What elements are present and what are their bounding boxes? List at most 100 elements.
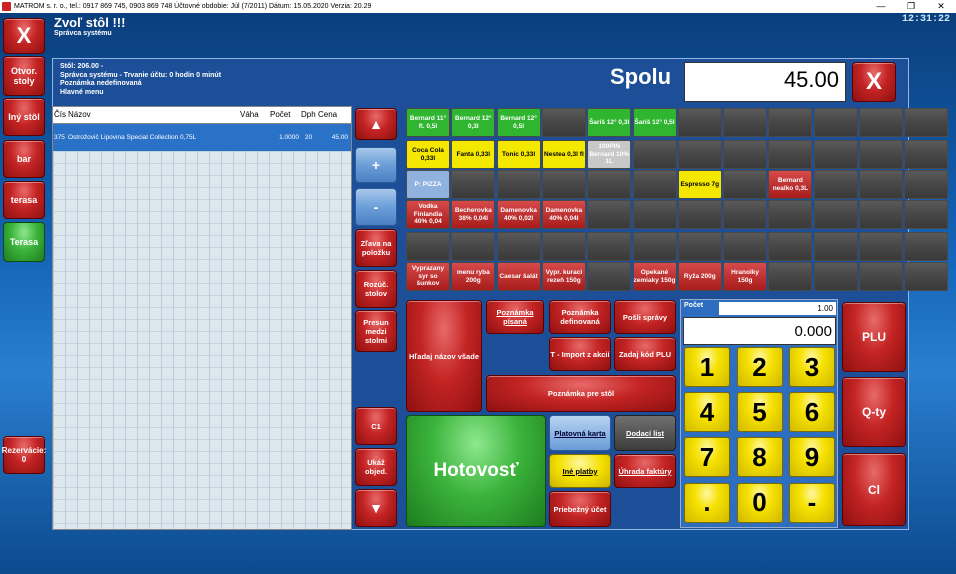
scroll-down-button[interactable]: ▼ [355, 489, 397, 527]
sidebar-item-open-tables[interactable]: Otvor. stoly [3, 56, 45, 96]
quantity-button[interactable]: Q-ty [842, 377, 906, 447]
product-button[interactable]: Espresso 7g [677, 170, 722, 199]
empty-product-slot[interactable] [723, 200, 768, 229]
empty-product-slot[interactable] [768, 140, 813, 169]
empty-product-slot[interactable] [632, 170, 677, 199]
close-bill-button[interactable]: X [852, 62, 896, 102]
product-button[interactable]: Bernard 11° fl. 0,5l [406, 108, 450, 137]
empty-product-slot[interactable] [451, 170, 496, 199]
import-actions-button[interactable]: T - Import z akcií [549, 337, 611, 371]
sidebar-item-bar[interactable]: bar [3, 140, 45, 178]
product-button[interactable]: Bernard 12° 0,5l [496, 108, 541, 137]
product-button[interactable]: Bernard nealko 0,3L [768, 170, 813, 199]
empty-product-slot[interactable] [904, 108, 949, 137]
empty-product-slot[interactable] [859, 262, 903, 291]
product-button[interactable]: Opekané zemiaky 150g [632, 262, 677, 291]
empty-product-slot[interactable] [904, 140, 949, 169]
product-button[interactable]: Vypr. kuraci rezeň 150g [541, 262, 586, 291]
product-button[interactable]: P: PIZZA [406, 170, 450, 199]
numpad-key[interactable]: - [789, 482, 835, 523]
empty-product-slot[interactable] [859, 170, 903, 199]
empty-product-slot[interactable] [632, 232, 677, 261]
product-button[interactable]: Šariš 12° 0,5l [632, 108, 677, 137]
numpad-key[interactable]: 7 [684, 437, 730, 478]
minimize-button[interactable]: — [866, 0, 896, 13]
empty-product-slot[interactable] [813, 200, 858, 229]
scroll-up-button[interactable]: ▲ [355, 108, 397, 140]
send-messages-button[interactable]: Pošli správy [614, 300, 676, 334]
table-note-button[interactable]: Poznámka pre stôl [486, 375, 676, 412]
plu-button[interactable]: PLU [842, 302, 906, 372]
empty-product-slot[interactable] [541, 170, 586, 199]
defined-note-button[interactable]: Poznámka definovaná [549, 300, 611, 334]
product-button[interactable]: Nestea 0,3l fl [541, 140, 586, 169]
product-button[interactable]: Ryža 200g [677, 262, 722, 291]
empty-product-slot[interactable] [587, 200, 632, 229]
empty-product-slot[interactable] [496, 232, 541, 261]
product-button[interactable]: Caesar šalát [496, 262, 541, 291]
window-close-button[interactable]: ✕ [926, 0, 956, 13]
table-row[interactable]: 375 Ostrožovič Lipovina Special Collecti… [53, 124, 351, 151]
numpad-key[interactable]: 8 [736, 437, 783, 478]
product-button[interactable]: Šariš 12° 0,3l [587, 108, 632, 137]
empty-product-slot[interactable] [723, 140, 768, 169]
move-tables-button[interactable]: Presun medzi stolmi [355, 310, 397, 352]
empty-product-slot[interactable] [587, 170, 632, 199]
search-all-button[interactable]: Hľadaj názov všade [406, 300, 482, 412]
increase-button[interactable]: + [355, 147, 397, 183]
split-bill-button[interactable]: Rozúč. stolov [355, 270, 397, 308]
numpad-key[interactable]: 1 [684, 347, 730, 387]
empty-product-slot[interactable] [677, 140, 722, 169]
sidebar-item-terasa[interactable]: terasa [3, 181, 45, 219]
empty-product-slot[interactable] [541, 232, 586, 261]
reservations-button[interactable]: Rezervácie: 0 [2, 436, 46, 474]
cash-payment-button[interactable]: Hotovosť [406, 415, 546, 527]
empty-product-slot[interactable] [632, 200, 677, 229]
show-order-button[interactable]: Ukáž objed. [355, 448, 397, 486]
empty-product-slot[interactable] [632, 140, 677, 169]
empty-product-slot[interactable] [813, 108, 858, 137]
empty-product-slot[interactable] [813, 140, 858, 169]
empty-product-slot[interactable] [768, 108, 813, 137]
enter-plu-code-button[interactable]: Zadaj kód PLU [614, 337, 676, 371]
product-button[interactable]: Becherovka 38% 0,04l [451, 200, 496, 229]
product-button[interactable]: Fanta 0,33l [451, 140, 496, 169]
empty-product-slot[interactable] [904, 200, 949, 229]
empty-product-slot[interactable] [406, 232, 450, 261]
c1-button[interactable]: C1 [355, 407, 397, 445]
empty-product-slot[interactable] [723, 170, 768, 199]
product-button[interactable]: Vodka Finlandia 40% 0,04 [406, 200, 450, 229]
empty-product-slot[interactable] [904, 232, 949, 261]
numpad-key[interactable]: 5 [736, 392, 783, 433]
empty-product-slot[interactable] [677, 200, 722, 229]
numpad-key[interactable]: 2 [736, 347, 783, 387]
empty-product-slot[interactable] [677, 108, 722, 137]
empty-product-slot[interactable] [587, 262, 632, 291]
empty-product-slot[interactable] [768, 200, 813, 229]
payment-card-button[interactable]: Platovná karta [549, 415, 611, 451]
empty-product-slot[interactable] [859, 232, 903, 261]
product-button[interactable]: Hranolky 150g [723, 262, 768, 291]
empty-product-slot[interactable] [813, 232, 858, 261]
empty-product-slot[interactable] [813, 170, 858, 199]
empty-product-slot[interactable] [768, 232, 813, 261]
product-button[interactable]: Bernard 12° 0,3l [451, 108, 496, 137]
delivery-note-button[interactable]: Dodací list [614, 415, 676, 451]
empty-product-slot[interactable] [587, 232, 632, 261]
product-button[interactable]: Tonic 0,33l [496, 140, 541, 169]
written-note-button[interactable]: Poznámka písaná [486, 300, 544, 334]
product-button[interactable]: Vyprazany syr so šunkov [406, 262, 450, 291]
product-button[interactable]: 100PIN Bernard 10% 1L [587, 140, 632, 169]
other-payments-button[interactable]: Iné platby [549, 454, 611, 488]
empty-product-slot[interactable] [859, 140, 903, 169]
empty-product-slot[interactable] [541, 108, 586, 137]
empty-product-slot[interactable] [723, 108, 768, 137]
numpad-key[interactable]: 6 [789, 392, 835, 433]
empty-product-slot[interactable] [813, 262, 858, 291]
numpad-key[interactable]: 4 [684, 392, 730, 433]
empty-product-slot[interactable] [859, 108, 903, 137]
numpad-key[interactable]: . [684, 482, 730, 523]
maximize-button[interactable]: ❐ [896, 0, 926, 13]
numpad-key[interactable]: 0 [736, 482, 783, 523]
invoice-payment-button[interactable]: Úhrada faktúry [614, 454, 676, 488]
